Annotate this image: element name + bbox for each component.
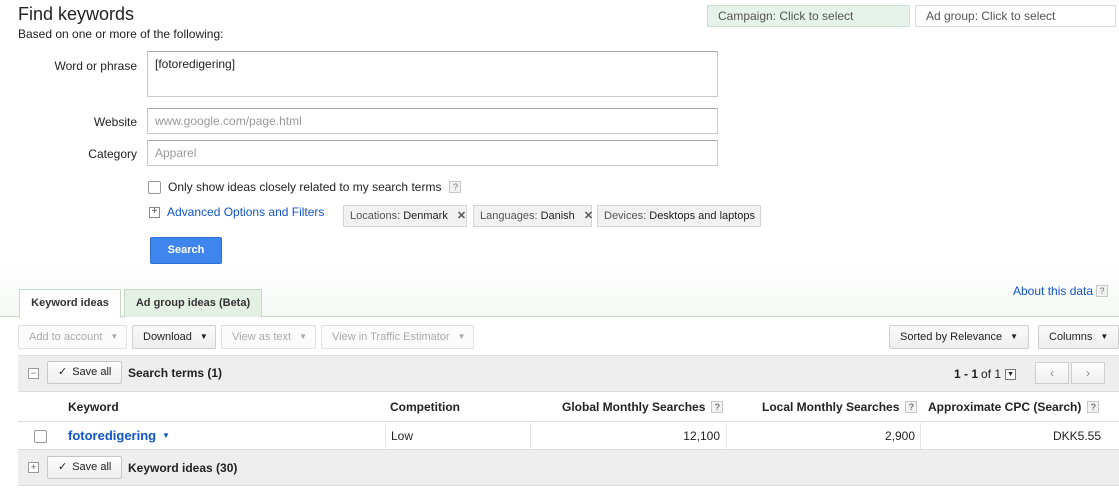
tab-ad-group-ideas[interactable]: Ad group ideas (Beta) xyxy=(124,289,262,317)
location-value: Denmark xyxy=(403,210,448,222)
question-mark-icon[interactable]: ? xyxy=(449,181,462,193)
about-data-link[interactable]: About this data xyxy=(1013,284,1093,298)
search-button[interactable]: Search xyxy=(150,237,222,264)
global-searches-cell: 12,100 xyxy=(683,429,720,443)
next-page-button[interactable]: › xyxy=(1071,362,1105,384)
website-input[interactable] xyxy=(147,108,718,134)
pager-range: 1 - 1 xyxy=(954,367,979,381)
local-searches-label: Local Monthly Searches xyxy=(762,400,900,414)
tab-keyword-ideas[interactable]: Keyword ideas xyxy=(19,289,121,318)
advanced-options-row: + Advanced Options and Filters xyxy=(149,205,324,219)
word-phrase-input[interactable] xyxy=(147,51,718,97)
x-icon[interactable]: ✕ xyxy=(584,210,593,222)
save-all-label: Save all xyxy=(72,461,112,473)
word-phrase-label: Word or phrase xyxy=(54,59,137,73)
closely-related-option: Only show ideas closely related to my se… xyxy=(148,180,462,194)
page-subtitle: Based on one or more of the following: xyxy=(18,27,224,41)
cpc-label: Approximate CPC (Search) xyxy=(928,400,1082,414)
category-input[interactable] xyxy=(147,140,718,166)
minus-box-icon[interactable]: − xyxy=(28,368,39,379)
row-checkbox[interactable] xyxy=(34,430,47,443)
location-key: Locations: xyxy=(350,210,401,222)
device-value: Desktops and laptops xyxy=(649,210,756,222)
location-filter-chip[interactable]: Locations: Denmark ✕ xyxy=(343,205,467,227)
columns-label: Columns xyxy=(1049,331,1093,343)
caret-down-icon: ▼ xyxy=(199,332,208,342)
column-divider xyxy=(726,423,727,449)
caret-down-icon: ▼ xyxy=(299,332,308,342)
pager-total: of 1 xyxy=(981,367,1002,381)
competition-cell: Low xyxy=(391,429,414,443)
x-icon[interactable]: ✕ xyxy=(457,210,466,222)
view-as-text-button[interactable]: View as text ▼ xyxy=(221,325,316,349)
caret-down-icon: ▼ xyxy=(110,332,119,342)
adgroup-selector[interactable]: Ad group: Click to select xyxy=(915,5,1116,27)
pager: 1 - 1 of 1 ▼ xyxy=(954,367,1017,381)
cpc-cell: DKK5.55 xyxy=(1052,429,1101,443)
plus-box-icon[interactable]: + xyxy=(28,462,39,473)
global-searches-column-header[interactable]: Global Monthly Searches ? xyxy=(562,400,724,414)
view-traffic-label: View in Traffic Estimator xyxy=(332,331,450,343)
keyword-column-header[interactable]: Keyword xyxy=(68,400,119,414)
add-to-account-button[interactable]: Add to account ▼ xyxy=(18,325,127,349)
website-label: Website xyxy=(93,115,137,129)
checkmark-icon: ✓ xyxy=(58,461,68,473)
column-divider xyxy=(920,423,921,449)
view-traffic-estimator-button[interactable]: View in Traffic Estimator ▼ xyxy=(321,325,474,349)
search-terms-title: Search terms (1) xyxy=(128,366,223,380)
add-to-account-label: Add to account xyxy=(29,331,103,343)
local-searches-column-header[interactable]: Local Monthly Searches ? xyxy=(762,400,918,414)
language-key: Languages: xyxy=(480,210,538,222)
question-mark-icon[interactable]: ? xyxy=(905,401,918,413)
global-searches-label: Global Monthly Searches xyxy=(562,400,706,414)
question-mark-icon[interactable]: ? xyxy=(711,401,724,413)
previous-page-button[interactable]: ‹ xyxy=(1035,362,1069,384)
caret-down-icon[interactable]: ▼ xyxy=(162,431,170,440)
download-label: Download xyxy=(143,331,192,343)
sort-label: Sorted by Relevance xyxy=(900,331,1003,343)
question-mark-icon[interactable]: ? xyxy=(1096,285,1109,297)
caret-down-icon: ▼ xyxy=(457,332,466,342)
caret-down-icon: ▼ xyxy=(1010,332,1019,342)
closely-related-label: Only show ideas closely related to my se… xyxy=(168,180,442,194)
keyword-link[interactable]: fotoredigering xyxy=(68,428,156,443)
download-button[interactable]: Download ▼ xyxy=(132,325,216,349)
page-title: Find keywords xyxy=(18,4,135,24)
language-filter-chip[interactable]: Languages: Danish ✕ xyxy=(473,205,593,227)
device-key: Devices: xyxy=(604,210,647,222)
save-all-button[interactable]: ✓ Save all xyxy=(47,456,122,479)
column-divider xyxy=(385,423,386,449)
language-value: Danish xyxy=(540,210,575,222)
caret-down-icon[interactable]: ▼ xyxy=(1005,368,1017,380)
category-label: Category xyxy=(88,147,137,161)
device-filter-chip[interactable]: Devices: Desktops and laptops xyxy=(597,205,761,227)
column-divider xyxy=(530,423,531,449)
about-data: About this data ? xyxy=(1013,284,1109,298)
cpc-column-header[interactable]: Approximate CPC (Search) ? xyxy=(928,400,1100,414)
local-searches-cell: 2,900 xyxy=(884,429,915,443)
plus-box-icon[interactable]: + xyxy=(149,206,160,218)
caret-down-icon: ▼ xyxy=(1100,332,1109,342)
question-mark-icon[interactable]: ? xyxy=(1087,401,1100,413)
keyword-ideas-title: Keyword ideas (30) xyxy=(128,461,238,475)
campaign-selector[interactable]: Campaign: Click to select xyxy=(707,5,910,27)
columns-button[interactable]: Columns ▼ xyxy=(1038,325,1119,349)
advanced-options-link[interactable]: Advanced Options and Filters xyxy=(167,205,324,219)
sort-dropdown[interactable]: Sorted by Relevance ▼ xyxy=(889,325,1029,349)
view-as-text-label: View as text xyxy=(232,331,292,343)
save-all-label: Save all xyxy=(72,366,112,378)
closely-related-checkbox[interactable] xyxy=(148,180,161,194)
competition-column-header[interactable]: Competition xyxy=(390,400,460,414)
checkmark-icon: ✓ xyxy=(58,366,68,378)
save-all-button[interactable]: ✓ Save all xyxy=(47,361,122,384)
